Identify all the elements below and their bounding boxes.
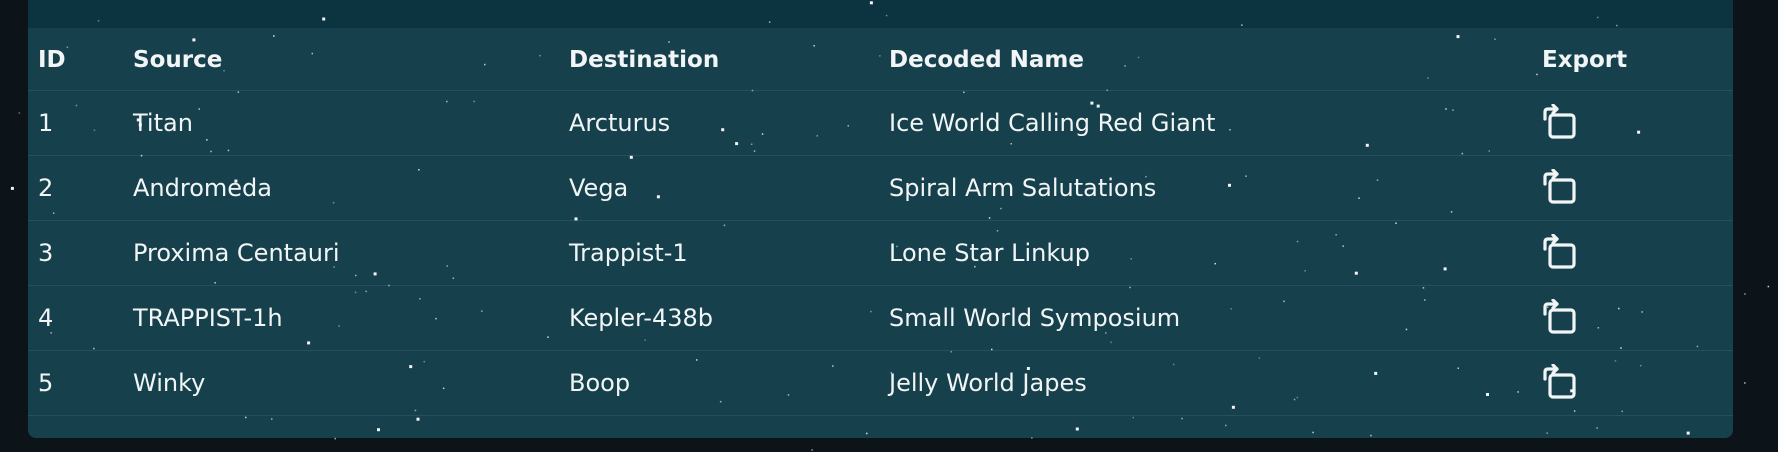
panel-top-bar [28, 0, 1733, 28]
row-destination: Vega [569, 174, 629, 202]
row-export-cell [1542, 156, 1584, 220]
star [811, 449, 813, 451]
export-button[interactable] [1542, 232, 1584, 274]
row-source: Proxima Centauri [133, 239, 340, 267]
transmissions-table-panel: ID Source Destination Decoded Name Expor… [28, 0, 1733, 438]
row-export-cell [1542, 91, 1584, 155]
transmissions-table: ID Source Destination Decoded Name Expor… [28, 30, 1733, 416]
row-export-cell [1542, 221, 1584, 285]
table-row: 5 Winky Boop Jelly World Japes [28, 351, 1733, 416]
export-icon [1543, 169, 1576, 204]
row-decoded-name: Ice World Calling Red Giant [889, 109, 1216, 137]
star [1767, 285, 1770, 288]
export-icon [1543, 104, 1576, 139]
row-decoded-name: Spiral Arm Salutations [889, 174, 1157, 202]
row-destination: Boop [569, 369, 631, 397]
row-export-cell [1542, 351, 1584, 415]
table-row: 2 Andromeda Vega Spiral Arm Salutations [28, 156, 1733, 221]
row-decoded-name: Jelly World Japes [889, 369, 1087, 397]
header-destination: Destination [569, 47, 720, 73]
row-source: TRAPPIST-1h [133, 304, 283, 332]
export-icon [1543, 364, 1576, 399]
row-source: Winky [133, 369, 206, 397]
header-source: Source [133, 47, 223, 73]
header-export: Export [1542, 47, 1628, 73]
row-decoded-name: Small World Symposium [889, 304, 1181, 332]
star [334, 437, 336, 440]
row-id: 1 [38, 109, 54, 137]
row-id: 5 [38, 369, 54, 397]
row-source: Titan [133, 109, 193, 137]
table-header-row: ID Source Destination Decoded Name Expor… [28, 30, 1733, 91]
export-button[interactable] [1542, 362, 1584, 404]
row-destination: Trappist-1 [569, 239, 688, 267]
header-id: ID [38, 47, 66, 73]
row-id: 3 [38, 239, 54, 267]
table-row: 4 TRAPPIST-1h Kepler-438b Small World Sy… [28, 286, 1733, 351]
row-destination: Arcturus [569, 109, 671, 137]
star [1744, 382, 1746, 384]
star [10, 186, 14, 190]
row-source: Andromeda [133, 174, 272, 202]
export-button[interactable] [1542, 167, 1584, 209]
row-export-cell [1542, 286, 1584, 350]
export-icon [1543, 234, 1576, 269]
page: ID Source Destination Decoded Name Expor… [0, 0, 1778, 452]
export-button[interactable] [1542, 297, 1584, 339]
star [18, 112, 21, 114]
export-button[interactable] [1542, 102, 1584, 144]
star [1744, 293, 1746, 295]
export-icon [1543, 299, 1576, 334]
row-id: 2 [38, 174, 54, 202]
header-decoded-name: Decoded Name [889, 47, 1084, 73]
table-row: 3 Proxima Centauri Trappist-1 Lone Star … [28, 221, 1733, 286]
row-destination: Kepler-438b [569, 304, 714, 332]
row-decoded-name: Lone Star Linkup [889, 239, 1090, 267]
row-id: 4 [38, 304, 54, 332]
table-row: 1 Titan Arcturus Ice World Calling Red G… [28, 91, 1733, 156]
